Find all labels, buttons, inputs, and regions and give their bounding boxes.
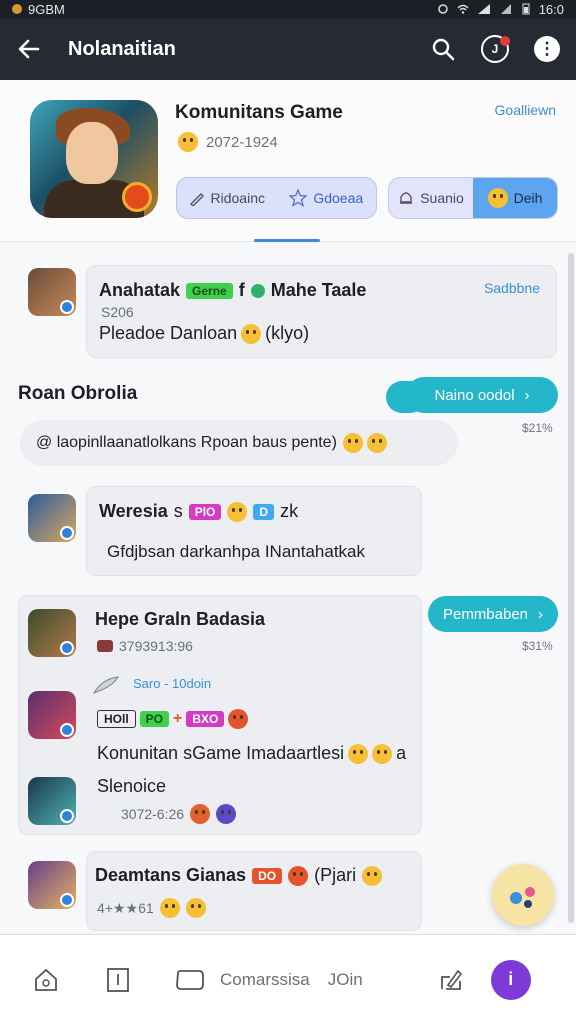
- tab-indicator: [254, 239, 320, 242]
- chevron-right-icon: ›: [538, 605, 544, 623]
- chevron-right-icon: ›: [524, 386, 530, 404]
- signal-icon-2: [500, 4, 511, 14]
- feed: Anahatak Gerne f Mahe Taale S206 Pleadoe…: [0, 243, 576, 933]
- post-title: Anahatak Gerne f Mahe Taale: [99, 280, 367, 300]
- tab-gdoeaa[interactable]: Gdoeaa: [277, 189, 377, 207]
- post-sub: S206: [101, 304, 134, 320]
- status-carrier: 9GBM: [28, 1, 65, 17]
- scrollbar[interactable]: [568, 253, 574, 923]
- more-button[interactable]: ⋮: [532, 34, 562, 64]
- avatar[interactable]: [28, 691, 76, 739]
- bell-icon: [400, 192, 413, 204]
- profile-icon: J: [481, 35, 509, 63]
- segment-group-2: Suanio Deih: [388, 177, 558, 219]
- avatar[interactable]: [28, 268, 76, 316]
- bottom-nav: Comarssisa JOin i: [0, 934, 576, 1024]
- tab-deih[interactable]: Deih: [473, 178, 557, 218]
- signal-icon: [477, 4, 490, 14]
- info-icon: i: [490, 959, 531, 1000]
- alarm-icon: [437, 4, 448, 14]
- tab-ridoainc[interactable]: Ridoainc: [177, 190, 277, 206]
- emoji-icon: [342, 433, 363, 453]
- chat-group[interactable]: Hepe Graln Badasia 3793913:96 Saro - 10d…: [18, 595, 422, 835]
- nav-edit[interactable]: [427, 950, 475, 1010]
- avatar[interactable]: [28, 609, 76, 657]
- notification-icon: [12, 4, 22, 14]
- nav-chat[interactable]: [166, 950, 214, 1010]
- post-link[interactable]: Sadbbne: [484, 280, 540, 296]
- emoji-icon: [288, 865, 309, 886]
- more-icon: ⋮: [534, 36, 560, 62]
- game-icon: [30, 100, 158, 218]
- page-title: Nolanaitian: [68, 37, 176, 60]
- chat-title: Hepe Graln Badasia: [95, 609, 266, 629]
- emoji-icon: [159, 898, 180, 918]
- join-button[interactable]: Naino oodol ›: [406, 377, 558, 413]
- segment-group-1: Ridoainc Gdoeaa: [176, 177, 377, 219]
- star-icon: [289, 189, 308, 207]
- nav-home[interactable]: [22, 950, 70, 1010]
- chat-bubble[interactable]: Weresia s PlO D zk Gfdjbsan darkanhpa IN…: [86, 486, 422, 576]
- home-icon: [35, 968, 57, 991]
- chat-price: $31%: [522, 639, 553, 653]
- avatar[interactable]: [28, 494, 76, 542]
- avatar[interactable]: [28, 777, 76, 825]
- section-title: Roan Obrolia: [18, 383, 138, 404]
- rank-badge-icon: [122, 182, 152, 212]
- game-meta: 2072-1924: [178, 132, 278, 152]
- nav-label-join[interactable]: JOin: [328, 970, 363, 990]
- emoji-icon: [185, 898, 206, 918]
- wifi-icon: [457, 4, 469, 14]
- online-icon: [250, 283, 265, 298]
- tag-badge: Gerne: [186, 282, 233, 299]
- community-icon: [510, 887, 535, 908]
- community-fab[interactable]: [492, 864, 554, 926]
- chat-icon: [176, 969, 204, 990]
- edit-icon: [440, 969, 462, 990]
- chat-bubble[interactable]: Deamtans Gianas DO (Pjari 4+★★61: [86, 851, 422, 931]
- game-header: Komunitans Game 2072-1924 Goalliewn Rido…: [0, 80, 576, 242]
- tab-suanio[interactable]: Suanio: [389, 178, 473, 218]
- app-bar: Nolanaitian J ⋮: [0, 18, 576, 80]
- emoji-icon: [216, 804, 237, 824]
- feather-icon: [92, 675, 120, 695]
- nav-info[interactable]: i: [487, 950, 535, 1010]
- emoji-icon: [190, 804, 211, 824]
- emoji-icon: [348, 743, 369, 764]
- join-price: $21%: [522, 421, 553, 435]
- back-arrow-icon: [18, 39, 40, 59]
- post-card[interactable]: Anahatak Gerne f Mahe Taale S206 Pleadoe…: [86, 265, 557, 358]
- emoji-icon: [178, 132, 198, 152]
- emoji-icon: [228, 709, 249, 729]
- message-chip[interactable]: @ laopinllaanatlolkans Rpoan baus pente): [20, 420, 458, 466]
- emoji-icon: [241, 323, 262, 344]
- emoji-icon: [227, 501, 248, 522]
- pemmbaben-button[interactable]: Pemmbaben ›: [428, 596, 558, 632]
- battery-icon: [522, 3, 530, 15]
- nav-label-comarssisa[interactable]: Comarssisa: [220, 970, 310, 990]
- post-body: Pleadoe Danloan (klyo): [99, 323, 310, 344]
- status-time: 16:0: [538, 1, 564, 17]
- emoji-icon: [366, 433, 387, 453]
- search-icon: [432, 38, 455, 61]
- tag-row: HOll PO + BXO: [97, 709, 249, 729]
- profile-button[interactable]: J: [480, 34, 510, 64]
- avatar[interactable]: [28, 861, 76, 909]
- gift-icon: [97, 640, 113, 652]
- emoji-icon: [372, 743, 393, 764]
- status-bar: 9GBM 16:0: [0, 0, 576, 18]
- emoji-icon: [362, 865, 383, 886]
- back-button[interactable]: [14, 34, 44, 64]
- chat-body: Gfdjbsan darkanhpa INantahatkak: [107, 542, 366, 561]
- pen-icon: [189, 193, 204, 206]
- search-button[interactable]: [428, 34, 458, 64]
- nav-notes[interactable]: [94, 950, 142, 1010]
- coin-icon: [487, 188, 508, 208]
- note-icon: [107, 967, 129, 992]
- game-name: Komunitans Game: [175, 102, 343, 123]
- follow-link[interactable]: Goalliewn: [495, 102, 556, 118]
